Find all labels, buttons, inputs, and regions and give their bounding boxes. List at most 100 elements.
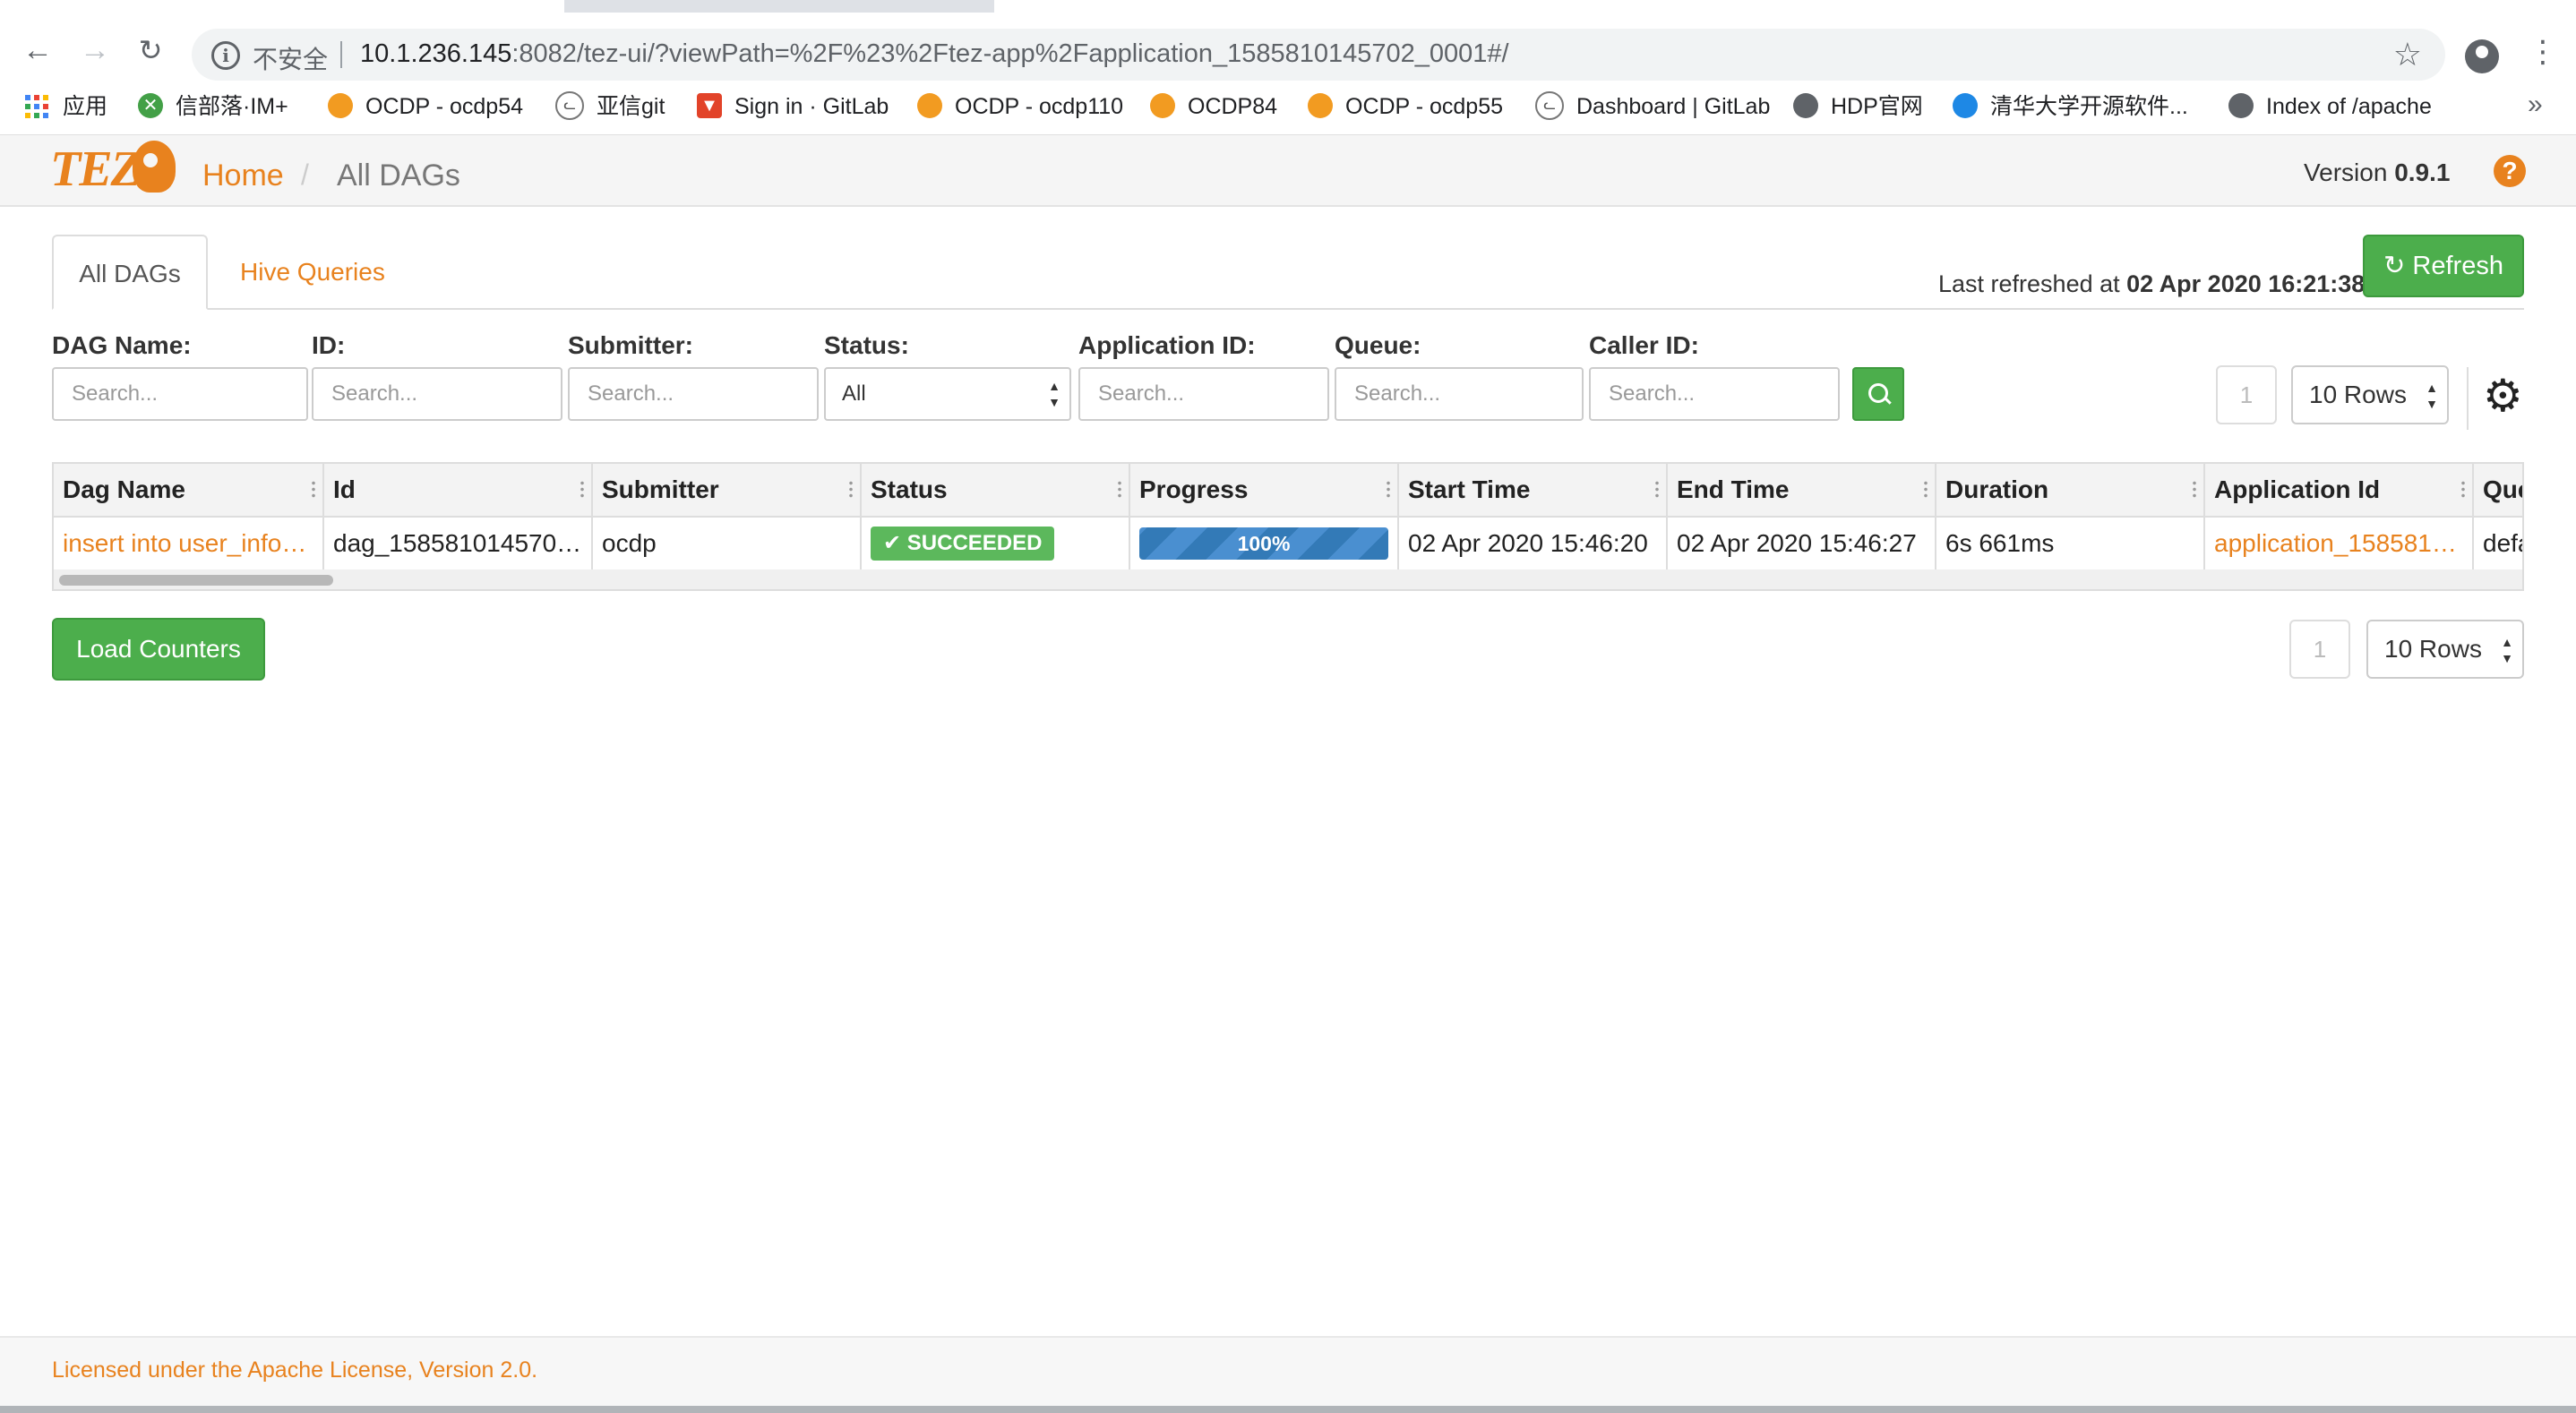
help-icon[interactable]: ?	[2494, 155, 2526, 187]
column-header-start-time[interactable]: Start Time	[1399, 464, 1668, 518]
scrollbar-thumb[interactable]	[59, 575, 333, 586]
page-number-top[interactable]: 1	[2216, 365, 2277, 424]
id-search-input[interactable]	[312, 367, 562, 421]
bookmark-gitlab-dashboard[interactable]: ᓚ Dashboard | GitLab	[1535, 91, 1770, 122]
tez-mascot-icon	[133, 141, 176, 193]
app-header: TEZ Home / All DAGs Version 0.9.1 ?	[0, 135, 2576, 207]
refresh-button[interactable]: ↻ Refresh	[2363, 235, 2524, 297]
bookmark-star-icon[interactable]: ☆	[2393, 36, 2422, 73]
bookmark-asiainfo-git[interactable]: ᓚ 亚信git	[555, 91, 665, 122]
column-header-status[interactable]: Status	[862, 464, 1130, 518]
bookmark-tuna-mirror[interactable]: 清华大学开源软件...	[1953, 91, 2188, 122]
rows-per-page-select-top[interactable]: 10 Rows ▲ ▼	[2291, 365, 2449, 424]
bookmark-ocdp110[interactable]: OCDP - ocdp110	[917, 91, 1123, 122]
tez-logo[interactable]: TEZ	[50, 141, 142, 198]
license-link[interactable]: Licensed under the Apache License, Versi…	[52, 1357, 537, 1383]
bookmark-label: OCDP - ocdp55	[1345, 94, 1504, 119]
submitter-search-input[interactable]	[568, 367, 819, 421]
im-plus-icon: ✕	[138, 93, 163, 119]
info-icon[interactable]: i	[211, 41, 240, 70]
column-resize-handle[interactable]	[1655, 480, 1659, 500]
browser-tab-edge[interactable]	[994, 0, 2576, 13]
cell-dag-name-link[interactable]: insert into user_info…	[54, 518, 324, 569]
gear-icon[interactable]: ⚙	[2483, 371, 2523, 421]
dags-table: Dag Name Id Submitter Status Progress St…	[52, 462, 2524, 591]
gitlab-icon: ▼	[697, 93, 722, 119]
rows-per-page-select-bottom[interactable]: 10 Rows ▲ ▼	[2366, 620, 2524, 679]
status-select[interactable]: All ▲ ▼	[824, 367, 1071, 421]
version-label: Version	[2304, 158, 2388, 186]
bookmark-apache-index[interactable]: Index of /apache	[2228, 91, 2432, 122]
horizontal-scrollbar[interactable]	[54, 569, 2522, 589]
bookmark-ocdp55[interactable]: OCDP - ocdp55	[1308, 91, 1503, 122]
cell-submitter: ocdp	[593, 518, 862, 569]
caller-id-filter-label: Caller ID:	[1589, 331, 1699, 359]
load-counters-button[interactable]: Load Counters	[52, 618, 265, 681]
column-header-end-time[interactable]: End Time	[1668, 464, 1936, 518]
bookmark-im-plus[interactable]: ✕ 信部落·IM+	[138, 91, 288, 122]
search-button[interactable]	[1852, 367, 1904, 421]
column-resize-handle[interactable]	[2461, 480, 2465, 500]
column-resize-handle[interactable]	[2193, 480, 2196, 500]
bookmark-label: 清华大学开源软件...	[1990, 94, 2188, 119]
column-header-application-id[interactable]: Application Id	[2205, 464, 2474, 518]
last-refreshed-time: 02 Apr 2020 16:21:38	[2126, 270, 2366, 297]
ocdp-cloud-icon	[1150, 93, 1175, 119]
bookmarks-bar: 应用 ✕ 信部落·IM+ OCDP - ocdp54 ᓚ 亚信git ▼ Sign i…	[0, 81, 2576, 135]
bookmark-label: 信部落·IM+	[176, 94, 288, 119]
breadcrumb-separator: /	[301, 158, 309, 191]
application-id-search-input[interactable]	[1078, 367, 1329, 421]
column-resize-handle[interactable]	[1387, 480, 1390, 500]
cell-queue: default	[2474, 518, 2522, 569]
bookmark-gitlab-signin[interactable]: ▼ Sign in · GitLab	[697, 91, 889, 122]
column-resize-handle[interactable]	[1924, 480, 1928, 500]
column-header-id[interactable]: Id	[324, 464, 593, 518]
page-number-bottom[interactable]: 1	[2289, 620, 2350, 679]
breadcrumb-home-link[interactable]: Home	[202, 158, 284, 193]
tab-all-dags[interactable]: All DAGs	[52, 235, 208, 310]
column-resize-handle[interactable]	[312, 480, 315, 500]
browser-menu-icon[interactable]: ⋮	[2528, 34, 2558, 70]
bookmark-label: HDP官网	[1831, 94, 1923, 119]
url-path: :8082/tez-ui/?viewPath=%2F%23%2Ftez-app%…	[511, 39, 1509, 68]
bookmark-ocdp84[interactable]: OCDP84	[1150, 91, 1277, 122]
column-header-duration[interactable]: Duration	[1936, 464, 2205, 518]
apps-grid-icon	[25, 93, 50, 119]
url-text[interactable]: 10.1.236.145:8082/tez-ui/?viewPath=%2F%2…	[360, 39, 1509, 69]
tab-hive-queries[interactable]: Hive Queries	[240, 235, 385, 310]
column-resize-handle[interactable]	[849, 480, 853, 500]
bookmark-hdp[interactable]: HDP官网	[1793, 91, 1923, 122]
bookmark-ocdp54[interactable]: OCDP - ocdp54	[328, 91, 523, 122]
insecure-label: 不安全	[253, 46, 329, 73]
column-header-queue[interactable]: Queue	[2474, 464, 2522, 518]
column-resize-handle[interactable]	[580, 480, 584, 500]
ocdp-cloud-icon	[917, 93, 942, 119]
column-resize-handle[interactable]	[1118, 480, 1121, 500]
back-arrow-icon[interactable]: ←	[20, 32, 56, 68]
reload-icon[interactable]: ↻	[133, 32, 168, 68]
gitea-cat-icon: ᓚ	[555, 91, 584, 121]
cell-duration: 6s 661ms	[1936, 518, 2205, 569]
column-header-label: Queue	[2483, 475, 2522, 503]
dag-name-search-input[interactable]	[52, 367, 308, 421]
column-header-progress[interactable]: Progress	[1130, 464, 1399, 518]
column-header-submitter[interactable]: Submitter	[593, 464, 862, 518]
browser-tab-edge[interactable]	[0, 0, 564, 13]
caller-id-search-input[interactable]	[1589, 367, 1840, 421]
profile-avatar-icon[interactable]	[2465, 39, 2499, 73]
column-header-label: Progress	[1139, 475, 1249, 503]
application-id-filter-label: Application ID:	[1078, 331, 1256, 359]
cell-application-id-link[interactable]: application_158581…	[2205, 518, 2474, 569]
bookmark-apps[interactable]: 应用	[25, 91, 107, 122]
tuna-bird-icon	[1953, 93, 1978, 119]
address-bar[interactable]: i 不安全 10.1.236.145:8082/tez-ui/?viewPath…	[192, 29, 2445, 81]
queue-search-input[interactable]	[1335, 367, 1584, 421]
column-header-label: Submitter	[602, 475, 719, 503]
column-header-dag-name[interactable]: Dag Name	[54, 464, 324, 518]
window-bottom-edge	[0, 1406, 2576, 1413]
column-header-label: Start Time	[1408, 475, 1531, 503]
bookmark-label: Index of /apache	[2266, 94, 2432, 119]
forward-arrow-icon[interactable]: →	[77, 32, 113, 68]
bookmarks-overflow-icon[interactable]: »	[2528, 90, 2543, 120]
column-header-label: Status	[871, 475, 948, 503]
